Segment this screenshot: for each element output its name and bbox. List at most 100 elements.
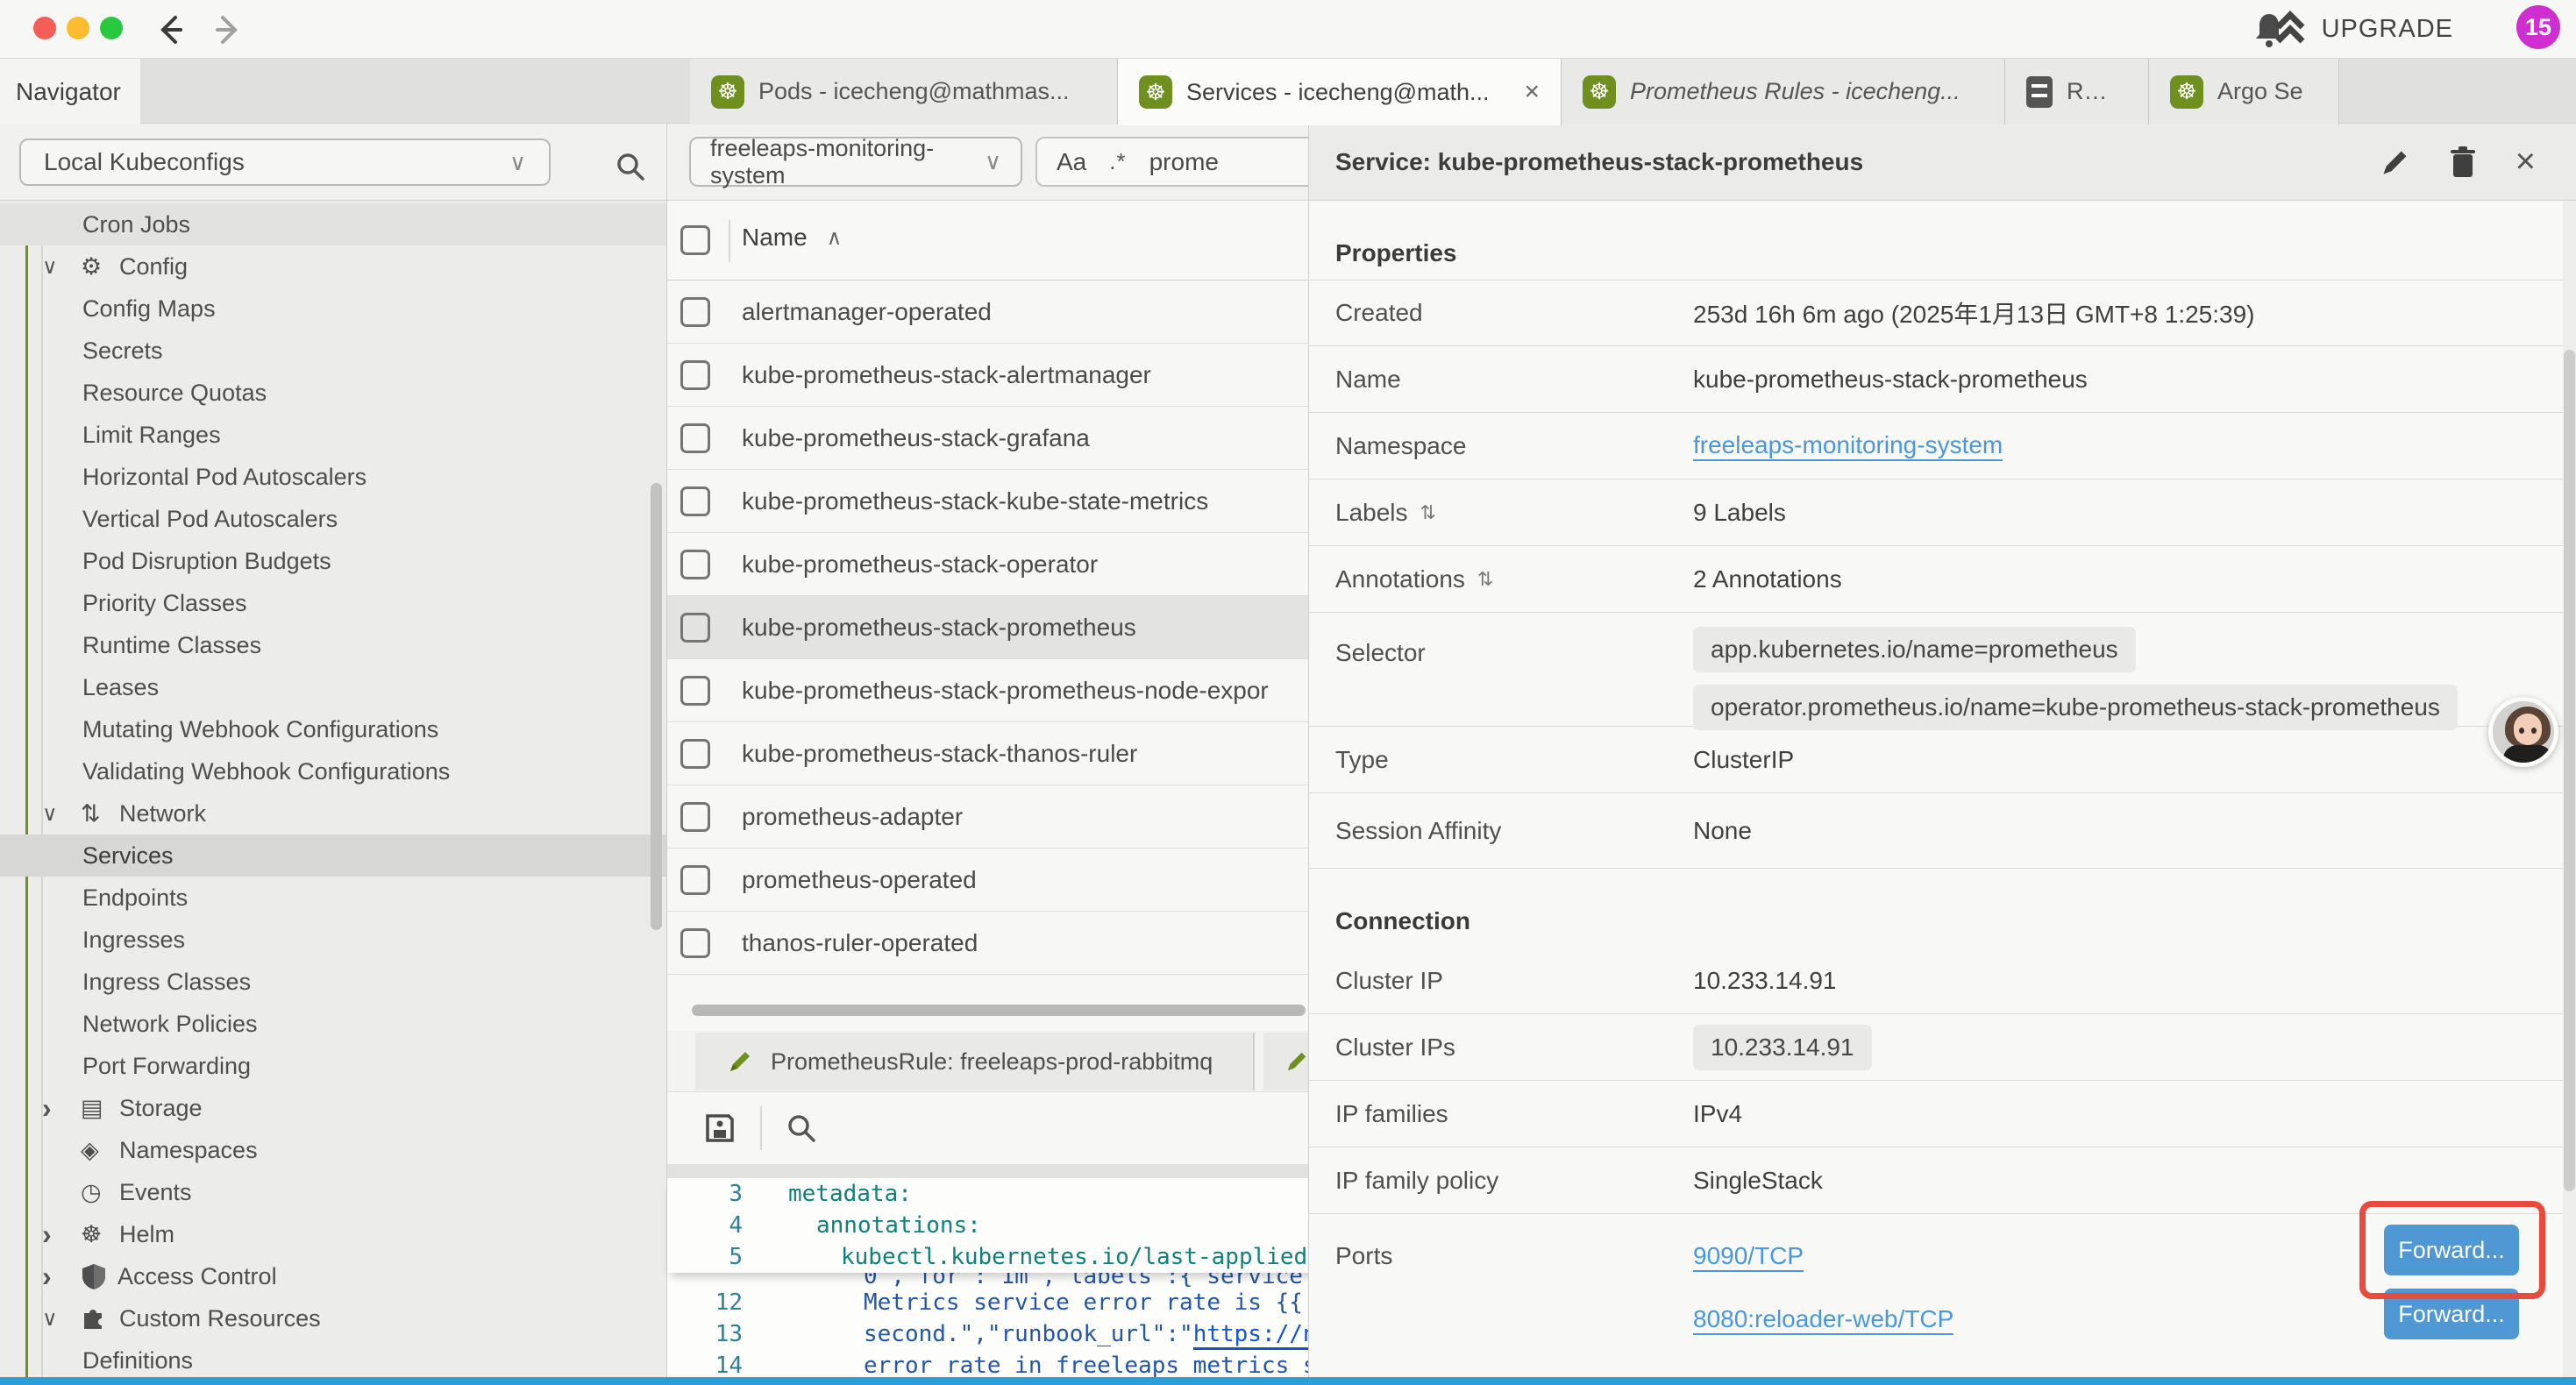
row-checkbox[interactable] — [680, 613, 710, 643]
editor-search-icon[interactable] — [785, 1112, 818, 1145]
sidebar-tree-item[interactable]: Pod Disruption Budgets — [0, 540, 666, 582]
kubeconfig-selector-value: Local Kubeconfigs — [44, 148, 245, 176]
search-input[interactable]: Aa .* prome — [1035, 137, 1325, 187]
row-checkbox[interactable] — [680, 360, 710, 390]
match-case-toggle[interactable]: Aa — [1057, 148, 1086, 176]
tree-item-label: Port Forwarding — [82, 1053, 251, 1080]
namespace-filter-dropdown[interactable]: freeleaps-monitoring-system ∨ — [689, 137, 1022, 187]
kubeconfig-selector[interactable]: Local Kubeconfigs ∨ — [19, 138, 551, 186]
sidebar-scrollbar[interactable] — [651, 483, 662, 930]
sidebar-tree-item[interactable]: Endpoints — [0, 877, 666, 919]
sidebar-tree-item[interactable]: Config — [0, 245, 666, 288]
sidebar-tree-item[interactable]: Ingresses — [0, 919, 666, 961]
sidebar-tree-item[interactable]: Validating Webhook Configurations — [0, 750, 666, 792]
port-link-9090[interactable]: 9090/TCP — [1693, 1242, 1804, 1272]
sidebar-tree-item[interactable]: Resource Quotas — [0, 372, 666, 414]
traffic-light-minimize[interactable] — [67, 17, 89, 39]
traffic-light-close[interactable] — [33, 17, 56, 39]
app-tab[interactable]: ☸ Prometheus Rules - icecheng... — [1562, 59, 2005, 124]
sidebar-tree-item[interactable]: Events — [0, 1171, 666, 1213]
editor-tab-prometheusrule[interactable]: PrometheusRule: freeleaps-prod-rabbitmq — [695, 1033, 1255, 1090]
row-checkbox[interactable] — [680, 487, 710, 516]
sidebar-tree-item[interactable]: Limit Ranges — [0, 414, 666, 456]
row-checkbox[interactable] — [680, 739, 710, 769]
select-all-checkbox[interactable] — [680, 225, 710, 255]
sidebar-tree-item[interactable]: Storage — [0, 1087, 666, 1129]
table-row[interactable]: kube-prometheus-stack-grafana — [667, 407, 1326, 470]
sidebar-tree-item[interactable]: Mutating Webhook Configurations — [0, 708, 666, 750]
traffic-light-maximize[interactable] — [100, 17, 123, 39]
name-column-header[interactable]: Name ∧ — [742, 224, 842, 252]
app-tab[interactable]: ☸ Release Notes — [2005, 59, 2149, 124]
sidebar-tree-item[interactable]: Ingress Classes — [0, 961, 666, 1003]
table-row[interactable]: kube-prometheus-stack-alertmanager — [667, 344, 1326, 407]
sidebar-tree-item[interactable]: Config Maps — [0, 288, 666, 330]
table-row[interactable]: kube-prometheus-stack-kube-state-metrics — [667, 470, 1326, 533]
labels-value[interactable]: 9 Labels — [1693, 499, 1786, 527]
close-icon[interactable]: × — [2516, 142, 2536, 181]
sidebar-tree-item[interactable]: Priority Classes — [0, 582, 666, 624]
row-checkbox[interactable] — [680, 928, 710, 958]
regex-toggle[interactable]: .* — [1109, 148, 1126, 175]
annotations-value[interactable]: 2 Annotations — [1693, 565, 1842, 593]
service-name: kube-prometheus-stack-grafana — [742, 424, 1090, 452]
sidebar-tree-item[interactable]: Cron Jobs — [0, 203, 666, 245]
save-icon[interactable] — [702, 1111, 737, 1146]
namespace-link[interactable]: freeleaps-monitoring-system — [1693, 431, 2003, 461]
horizontal-scrollbar[interactable] — [692, 1005, 1306, 1016]
table-row[interactable]: kube-prometheus-stack-thanos-ruler — [667, 722, 1326, 785]
sidebar-tree-item[interactable]: Runtime Classes — [0, 624, 666, 666]
app-tab[interactable]: ☸ Pods - icecheng@mathmas... — [690, 59, 1118, 124]
upgrade-button[interactable]: UPGRADE — [2273, 7, 2453, 51]
sidebar-tree-item[interactable]: Port Forwarding — [0, 1045, 666, 1087]
trash-icon[interactable] — [2449, 146, 2477, 179]
sidebar-tree-item[interactable]: Secrets — [0, 330, 666, 372]
row-checkbox[interactable] — [680, 865, 710, 895]
tree-item-label: Endpoints — [82, 884, 188, 912]
sidebar-tree-item[interactable]: Namespaces — [0, 1129, 666, 1171]
table-row[interactable]: kube-prometheus-stack-operator — [667, 533, 1326, 596]
row-checkbox[interactable] — [680, 423, 710, 453]
sort-toggle-icon[interactable]: ⇅ — [1477, 568, 1493, 591]
sidebar-tree-item[interactable]: Vertical Pod Autoscalers — [0, 498, 666, 540]
edit-pencil-icon[interactable] — [2380, 147, 2410, 177]
ip-families-value: IPv4 — [1693, 1100, 1742, 1128]
sidebar-tree-item[interactable]: Helm — [0, 1213, 666, 1255]
port-link-8080[interactable]: 8080:reloader-web/TCP — [1693, 1305, 1953, 1335]
sidebar-search-icon[interactable] — [614, 150, 647, 183]
sidebar-tree-item[interactable]: Network Policies — [0, 1003, 666, 1045]
tree-item-label: Runtime Classes — [82, 632, 261, 659]
sort-asc-icon: ∧ — [827, 225, 843, 251]
sidebar-tree-item[interactable]: Network — [0, 792, 666, 835]
tab-close-icon[interactable]: × — [1524, 77, 1540, 107]
property-row-cluster-ip: Cluster IP 10.233.14.91 — [1309, 948, 2576, 1014]
service-name: thanos-ruler-operated — [742, 929, 978, 957]
sidebar-tree-item[interactable]: Horizontal Pod Autoscalers — [0, 456, 666, 498]
back-arrow-icon[interactable] — [151, 11, 189, 49]
sidebar-tree-item[interactable]: Services — [0, 835, 666, 877]
chevron-down-icon: ∨ — [509, 149, 526, 176]
row-checkbox[interactable] — [680, 676, 710, 706]
table-row[interactable]: alertmanager-operated — [667, 281, 1326, 344]
app-tab[interactable]: ☸ Services - icecheng@math... × — [1118, 59, 1562, 125]
sidebar-tree-item[interactable]: Leases — [0, 666, 666, 708]
row-checkbox[interactable] — [680, 550, 710, 579]
row-checkbox[interactable] — [680, 297, 710, 327]
profile-badge[interactable]: 15 — [2516, 5, 2560, 49]
table-row[interactable]: kube-prometheus-stack-prometheus — [667, 596, 1326, 659]
table-row[interactable]: prometheus-operated — [667, 849, 1326, 912]
sort-toggle-icon[interactable]: ⇅ — [1420, 501, 1436, 524]
table-row[interactable]: kube-prometheus-stack-prometheus-node-ex… — [667, 659, 1326, 722]
row-checkbox[interactable] — [680, 802, 710, 832]
sidebar-tree-item[interactable]: Definitions — [0, 1339, 666, 1381]
yaml-editor[interactable]: 3metadata: 4annotations: 5kubectl.kubern… — [667, 1178, 1326, 1385]
forward-arrow-icon[interactable] — [209, 11, 247, 49]
app-tab[interactable]: ☸ Argo Se — [2149, 59, 2339, 124]
sidebar-tree-item[interactable]: Access Control — [0, 1255, 666, 1297]
table-row[interactable]: prometheus-adapter — [667, 785, 1326, 849]
navigator-tab[interactable]: Navigator — [0, 59, 140, 124]
sidebar-tree-item[interactable]: Custom Resources — [0, 1297, 666, 1339]
panel-scrollbar[interactable] — [2564, 350, 2575, 1191]
table-row[interactable]: thanos-ruler-operated — [667, 912, 1326, 975]
assistant-avatar[interactable] — [2488, 697, 2558, 767]
